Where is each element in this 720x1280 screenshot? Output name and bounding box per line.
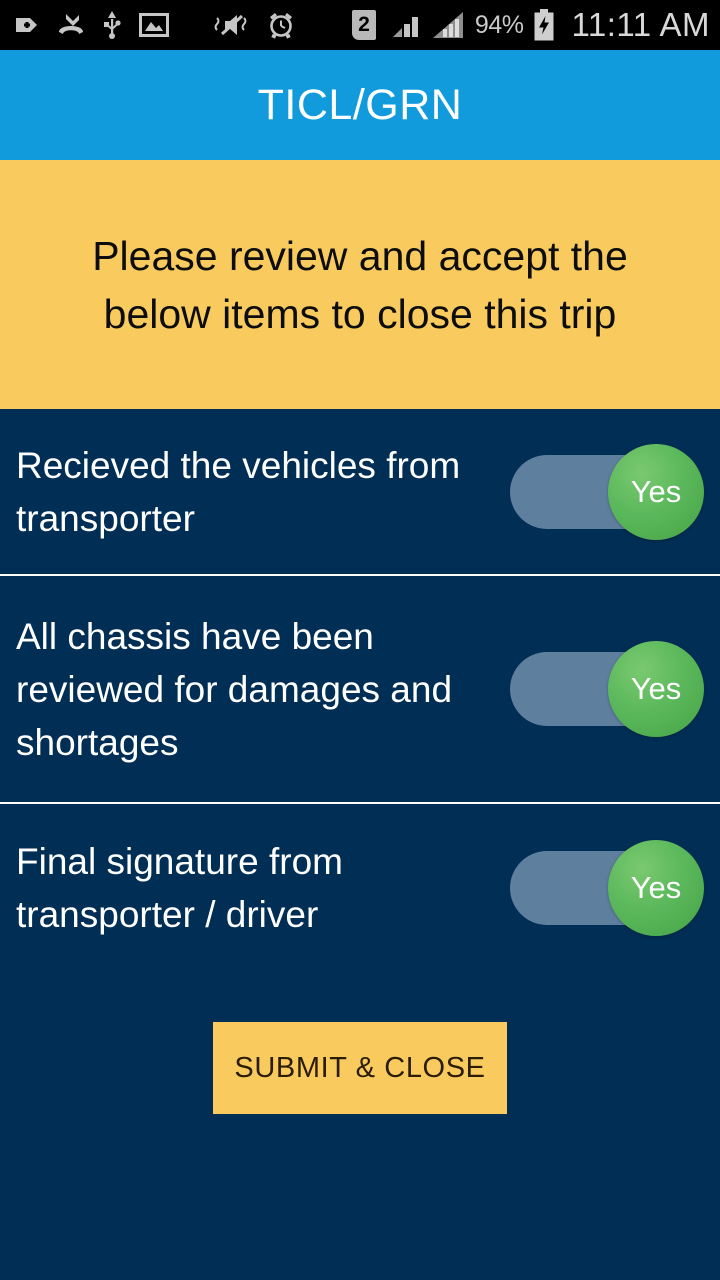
toggle-knob[interactable]: Yes [608,840,704,936]
usb-icon [102,11,122,39]
instruction-banner: Please review and accept the below items… [0,160,720,409]
page-title: TICL/GRN [257,80,463,129]
battery-percent-label: 94% [474,10,524,39]
toggle-chassis-reviewed[interactable]: Yes [510,641,704,737]
battery-charging-icon [532,9,556,41]
sim-slot-badge: 2 [351,10,376,40]
app-bar: TICL/GRN [0,50,720,160]
add-badge-icon [14,12,40,38]
toggle-final-signature[interactable]: Yes [510,840,704,936]
checklist: Recieved the vehicles from transporter Y… [0,409,720,972]
status-bar-left-icons [14,11,295,39]
alarm-clock-icon [267,11,295,39]
signal-bars-sim2-icon [432,11,466,39]
submit-and-close-button[interactable]: SUBMIT & CLOSE [213,1022,507,1114]
app-screen: 2 94% 11:11 AM TICL/GRN Please review an… [0,0,720,1280]
missed-call-icon [57,12,85,38]
checklist-item-chassis-reviewed[interactable]: All chassis have been reviewed for damag… [0,576,720,804]
instruction-banner-line-1: Please review and accept the [92,232,628,279]
submit-button-container: SUBMIT & CLOSE [0,972,720,1114]
screenshot-image-icon [139,12,169,38]
checklist-item-label: Recieved the vehicles from transporter [16,444,461,539]
checklist-item-received-vehicles[interactable]: Recieved the vehicles from transporter Y… [0,409,720,576]
status-bar: 2 94% 11:11 AM [0,0,720,50]
toggle-received-vehicles[interactable]: Yes [510,443,704,540]
signal-bars-sim1-icon [391,11,423,39]
toggle-state-label: Yes [630,870,682,905]
checklist-item-label: Final signature from transporter / drive… [16,841,343,935]
instruction-banner-line-2: below items to close this trip [103,290,617,337]
checklist-item-label: All chassis have been reviewed for damag… [16,615,453,763]
toggle-state-label: Yes [630,473,682,509]
checklist-item-final-signature[interactable]: Final signature from transporter / drive… [0,804,720,972]
status-bar-right-icons: 2 94% 11:11 AM [351,6,710,44]
toggle-knob[interactable]: Yes [608,443,704,540]
toggle-knob[interactable]: Yes [608,641,704,737]
status-bar-clock: 11:11 AM [571,6,710,43]
vibrate-mute-icon [214,12,250,38]
toggle-state-label: Yes [630,671,682,706]
